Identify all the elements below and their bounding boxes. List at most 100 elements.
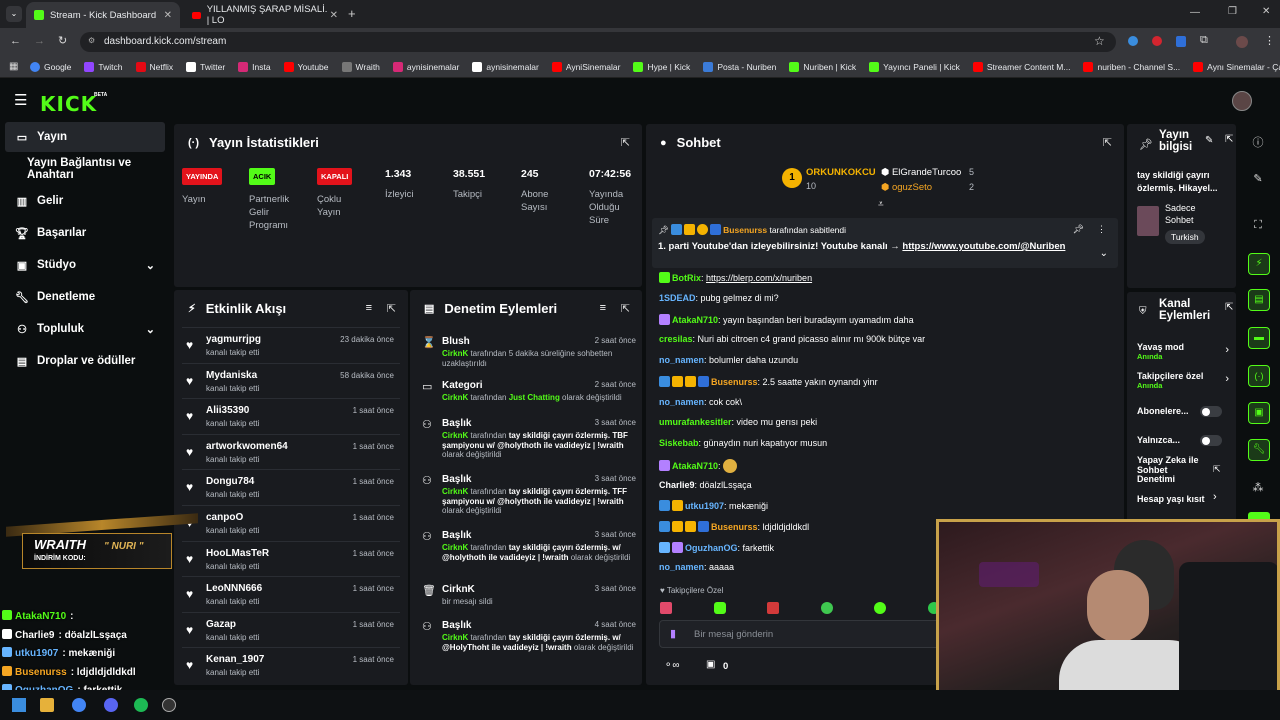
moderator-name[interactable]: CirknK bbox=[442, 487, 468, 496]
hamburger-menu-icon[interactable]: ☰ bbox=[14, 91, 27, 109]
bookmark-posta[interactable]: Posta - Nuriben bbox=[703, 61, 776, 72]
bookmark-star-icon[interactable]: ☆ bbox=[1094, 34, 1105, 48]
user-avatar[interactable] bbox=[1232, 91, 1252, 111]
reload-icon[interactable]: ↻ bbox=[58, 34, 67, 47]
action-slow-mode[interactable]: Yavaş mod Anında › bbox=[1137, 342, 1233, 361]
follower-name[interactable]: Alii35390 bbox=[206, 405, 249, 416]
bookmark-twitch[interactable]: Twitch bbox=[84, 61, 123, 72]
pinned-user[interactable]: Busenurss bbox=[723, 225, 767, 235]
chat-username[interactable]: Siskebab bbox=[659, 438, 699, 448]
follower-name[interactable]: canpoO bbox=[206, 512, 243, 523]
activity-row[interactable]: ♥ Dongu784 kanalı takip etti 1 saat önce bbox=[182, 469, 400, 503]
leader-name[interactable]: ORKUNKOKCU bbox=[806, 167, 876, 178]
back-icon[interactable]: ← bbox=[10, 35, 21, 47]
follower-name[interactable]: HooLMasTeR bbox=[206, 548, 269, 559]
kick-logo[interactable]: KICK bbox=[40, 92, 97, 116]
extensions-puzzle-icon[interactable]: ⧉ bbox=[1200, 34, 1208, 47]
activity-row[interactable]: ♥ artworkwomen64 kanalı takip etti 1 saat ö… bbox=[182, 433, 400, 468]
browser-menu-icon[interactable]: ⋮ bbox=[1264, 34, 1275, 47]
bookmark-streamer-content[interactable]: Streamer Content M... bbox=[972, 61, 1070, 72]
chat-username[interactable]: Busenurss bbox=[711, 522, 758, 532]
bolt-icon[interactable]: ⚡︎ bbox=[1248, 253, 1270, 275]
minimize-icon[interactable]: — bbox=[1190, 7, 1200, 18]
pinned-link[interactable]: https://www.youtube.com/@Nuriben bbox=[902, 241, 1065, 252]
bookmark-netflix[interactable]: Netflix bbox=[135, 61, 173, 72]
sidebar-item-stream-key[interactable]: Yayın Bağlantısı ve Anahtarı bbox=[5, 154, 173, 184]
wrench-icon[interactable]: 🔧︎ bbox=[1248, 439, 1270, 461]
bookmark-hype-kick[interactable]: Hype | Kick bbox=[633, 61, 690, 72]
moderator-name[interactable]: CirknK bbox=[442, 393, 468, 402]
popout-icon[interactable]: ⇱ bbox=[621, 302, 630, 315]
extension-icon[interactable] bbox=[1128, 36, 1138, 46]
activity-row[interactable]: ♥ Alii35390 kanalı takip etti 1 saat önce bbox=[182, 398, 400, 432]
bookmark-aynisinemalar[interactable]: aynisinemalar bbox=[392, 61, 459, 72]
pin-icon[interactable]: 📌︎ bbox=[1073, 224, 1084, 235]
chat-username[interactable]: no_namen bbox=[659, 562, 704, 572]
tab-search-icon[interactable]: ⌄ bbox=[6, 6, 22, 22]
activity-row[interactable]: ♥ LeoNNN666 kanalı takip etti 1 saat önce bbox=[182, 576, 400, 610]
activity-row[interactable]: ♥ Kenan_1907 kanalı takip etti 1 saat önce bbox=[182, 647, 400, 681]
bookmark-aynisinemalar-x[interactable]: aynisinemalar bbox=[472, 61, 539, 72]
sidebar-item-basarilar[interactable]: 🏆︎ Başarılar bbox=[5, 218, 165, 248]
popout-icon[interactable]: ⇱ bbox=[1103, 136, 1112, 149]
sidebar-item-gelir[interactable]: ▥ Gelir bbox=[5, 186, 165, 216]
chat-username[interactable]: no_namen bbox=[659, 355, 704, 365]
channel-points-icon[interactable]: ⚬∞ bbox=[664, 660, 680, 671]
leader-name[interactable]: ⬢ oguzSeto bbox=[881, 182, 932, 193]
chat-badge-icon[interactable]: ▮ bbox=[670, 627, 676, 640]
subscribers-only-toggle[interactable] bbox=[1200, 406, 1222, 417]
chat-username[interactable]: utku1907 bbox=[685, 501, 724, 511]
connections-icon[interactable]: ⁂ bbox=[1238, 481, 1278, 494]
emote-icon[interactable] bbox=[820, 602, 833, 614]
bookmark-yayinci-paneli[interactable]: Yayıncı Paneli | Kick bbox=[869, 61, 960, 72]
external-link-icon[interactable]: ⇱ bbox=[1213, 464, 1221, 475]
category-name[interactable]: Sadece Sohbet bbox=[1165, 202, 1215, 226]
follower-name[interactable]: Kenan_1907 bbox=[206, 654, 264, 665]
bookmark-channel-studio[interactable]: nuriben - Channel S... bbox=[1083, 61, 1180, 72]
close-window-icon[interactable]: ✕ bbox=[1262, 6, 1270, 17]
sidebar-item-yayin[interactable]: ▭ Yayın bbox=[5, 122, 165, 152]
follower-name[interactable]: Gazap bbox=[206, 619, 236, 630]
bookmark-twitter[interactable]: Twitter bbox=[186, 61, 225, 72]
chat-username[interactable]: AtakaN710 bbox=[672, 315, 718, 325]
follower-name[interactable]: Dongu784 bbox=[206, 476, 254, 487]
emote-icon[interactable] bbox=[874, 602, 887, 614]
chevron-down-icon[interactable]: ⌄ bbox=[1100, 248, 1108, 259]
popout-icon[interactable]: ⇱ bbox=[1225, 134, 1233, 145]
edit-icon[interactable]: ✎ bbox=[1205, 135, 1213, 146]
card-icon[interactable]: ▣ bbox=[1248, 402, 1270, 424]
discord-icon[interactable] bbox=[104, 698, 118, 712]
chat-username[interactable]: cresilas bbox=[659, 334, 693, 344]
restore-icon[interactable]: ❐ bbox=[1228, 6, 1237, 17]
more-options-icon[interactable]: ⋮ bbox=[1097, 224, 1106, 235]
account-age-label[interactable]: Hesap yaşı kısıt bbox=[1137, 494, 1205, 504]
moderator-name[interactable]: CirknK bbox=[442, 431, 468, 440]
moderator-name[interactable]: CirknK bbox=[442, 543, 468, 552]
shield-extension-icon[interactable] bbox=[1176, 36, 1186, 47]
sidebar-item-droplar[interactable]: ▤ Droplar ve ödüller bbox=[5, 346, 165, 376]
chat-username[interactable]: no_namen bbox=[659, 397, 704, 407]
gift-icon[interactable]: ▣ bbox=[706, 659, 715, 670]
follower-name[interactable]: yagmurrjpg bbox=[206, 334, 261, 345]
broadcast-icon[interactable]: (·) bbox=[1248, 365, 1270, 387]
chat-input[interactable]: ▮ Bir mesaj gönderin bbox=[659, 620, 959, 648]
file-explorer-icon[interactable] bbox=[40, 698, 54, 712]
close-tab-icon[interactable]: ✕ bbox=[164, 10, 172, 21]
windows-start-icon[interactable] bbox=[12, 698, 26, 712]
moderator-name[interactable]: CirknK bbox=[442, 349, 468, 358]
chrome-icon[interactable] bbox=[72, 698, 86, 712]
follower-name[interactable]: Mydaniska bbox=[206, 370, 257, 381]
chat-username[interactable]: umurafankesitler bbox=[659, 417, 732, 427]
chat-username[interactable]: 1SDEAD bbox=[659, 293, 696, 303]
sidebar-item-topluluk[interactable]: ⚇ Topluluk ⌄ bbox=[5, 314, 165, 344]
popout-icon[interactable]: ⇱ bbox=[387, 302, 396, 315]
activity-row[interactable]: ♥ HooLMasTeR kanalı takip etti 1 saat önce bbox=[182, 540, 400, 575]
bookmark-youtube[interactable]: Youtube bbox=[283, 61, 329, 72]
activity-row[interactable]: ♥ Gazap kanalı takip etti 1 saat önce bbox=[182, 611, 400, 646]
close-tab-icon[interactable]: ✕ bbox=[330, 10, 338, 21]
leader-name[interactable]: ⬢ ElGrandeTurcoo bbox=[881, 167, 961, 178]
tab-kick-dashboard[interactable]: Stream - Kick Dashboard ✕ bbox=[26, 2, 180, 28]
url-field[interactable]: dashboard.kick.com/stream bbox=[80, 32, 1116, 52]
apps-grid-icon[interactable]: ▦ bbox=[9, 61, 18, 72]
site-info-icon[interactable]: ⚙ bbox=[88, 36, 95, 45]
